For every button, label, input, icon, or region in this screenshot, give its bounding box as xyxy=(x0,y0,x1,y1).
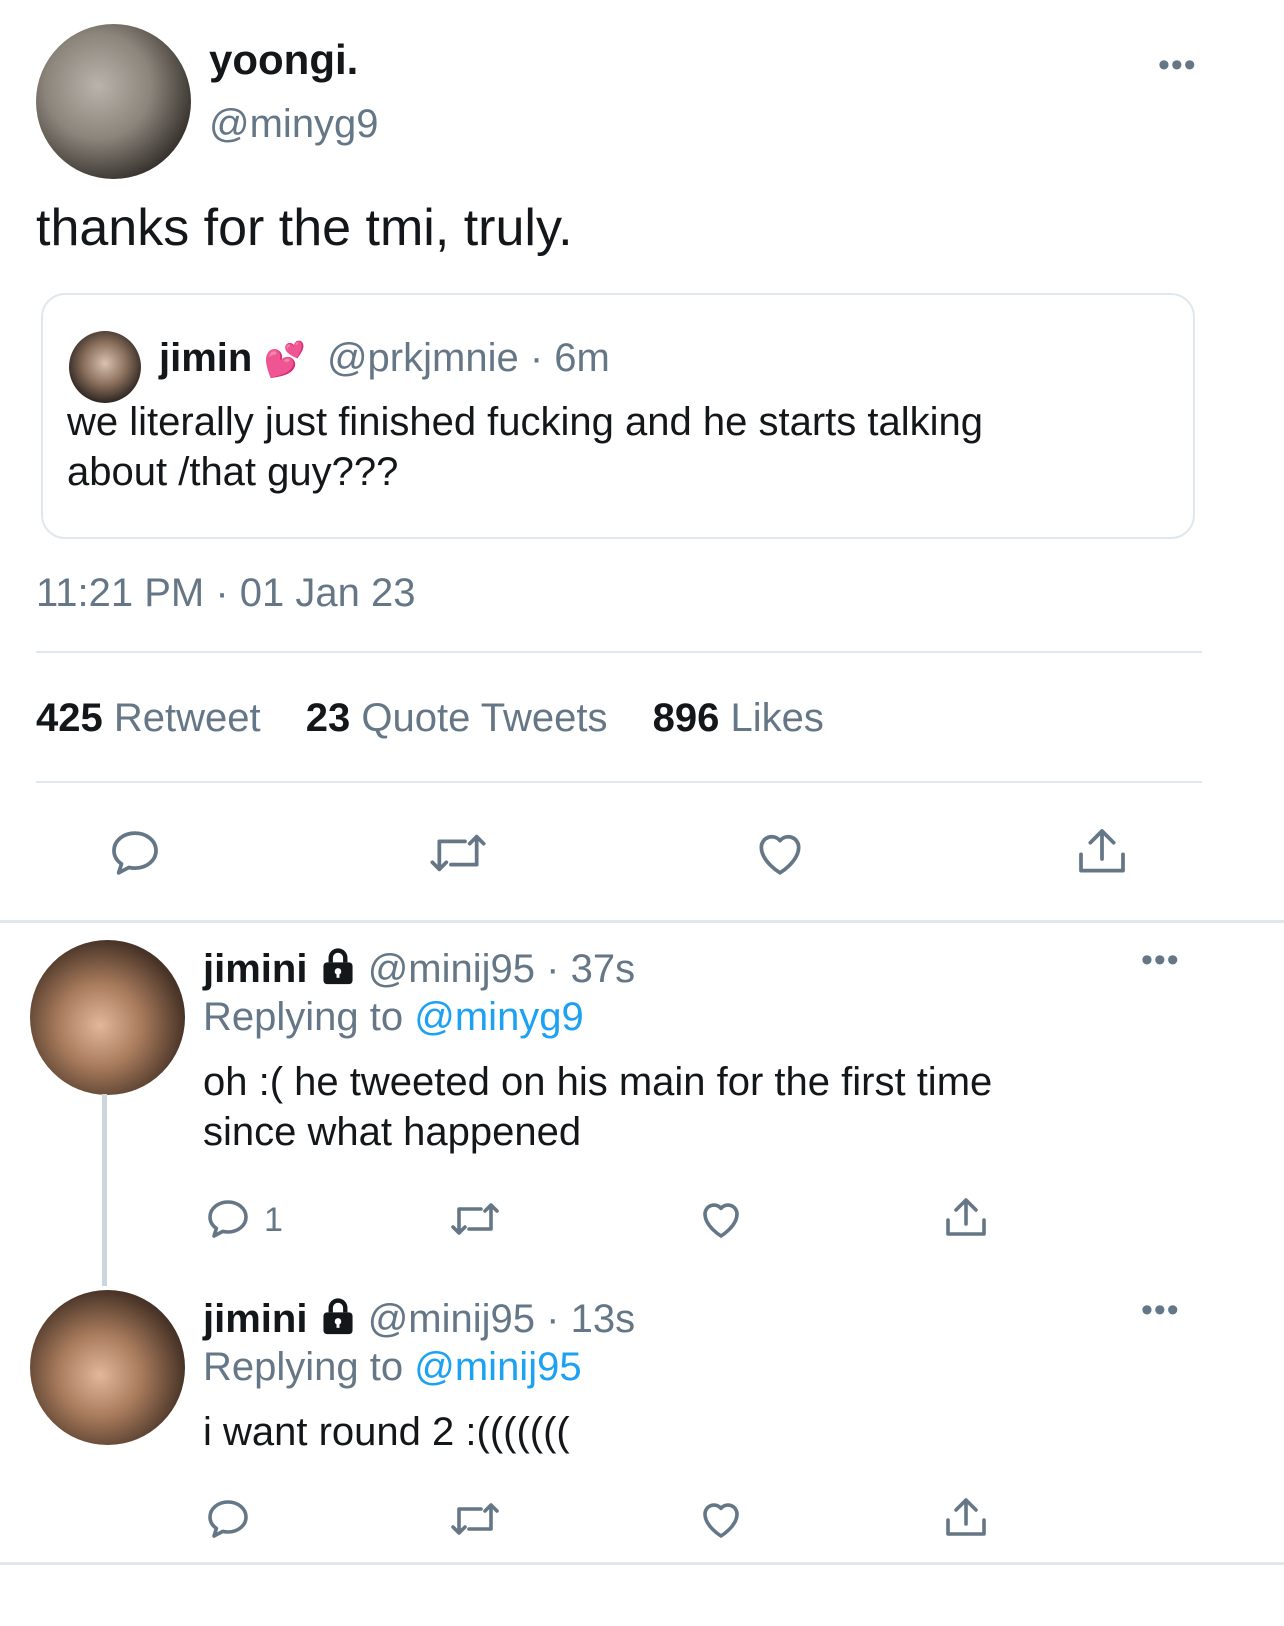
reply-avatar[interactable] xyxy=(30,940,185,1095)
reply-icon[interactable] xyxy=(204,1195,252,1243)
tweet-stats: 425 Retweet 23 Quote Tweets 896 Likes xyxy=(36,696,824,741)
more-dots-icon[interactable]: ••• xyxy=(1158,48,1197,82)
reply-text-line2: since what happened xyxy=(203,1110,582,1154)
author-display-name[interactable]: yoongi. xyxy=(209,36,358,84)
more-dots-icon[interactable]: ••• xyxy=(1141,1293,1180,1327)
replying-to: Replying to @minij95 xyxy=(203,1345,582,1389)
section-divider xyxy=(0,1562,1284,1565)
reply-time: · 13s xyxy=(546,1297,636,1341)
reply-count: 1 xyxy=(264,1201,283,1239)
reply-icon[interactable] xyxy=(107,825,163,881)
reply-header: jimini @minij95 · 13s xyxy=(203,1296,635,1342)
section-divider xyxy=(0,920,1284,923)
retweet-icon[interactable] xyxy=(427,825,489,881)
reply-text-line1: oh :( he tweeted on his main for the fir… xyxy=(203,1060,993,1104)
quoted-time: · 6m xyxy=(529,336,610,380)
replying-to-handle[interactable]: @minyg9 xyxy=(414,995,584,1039)
quoted-handle: @prkjmnie xyxy=(326,336,519,380)
quoted-text-line2: about /that guy??? xyxy=(67,450,399,494)
quoted-header: jimin 💕 @prkjmnie · 6m xyxy=(159,336,610,381)
tweet-text: thanks for the tmi, truly. xyxy=(36,199,573,257)
reply-time: · 37s xyxy=(546,947,636,991)
quote-tweets-stat[interactable]: 23 Quote Tweets xyxy=(306,696,608,740)
divider xyxy=(36,651,1202,653)
tweet-timestamp[interactable]: 11:21 PM · 01 Jan 23 xyxy=(36,571,416,616)
divider xyxy=(36,781,1202,783)
share-icon[interactable] xyxy=(942,1493,990,1543)
author-avatar[interactable] xyxy=(36,24,191,179)
retweet-icon[interactable] xyxy=(448,1195,502,1243)
author-handle[interactable]: @minyg9 xyxy=(209,102,379,147)
retweets-stat[interactable]: 425 Retweet xyxy=(36,696,261,740)
more-dots-icon[interactable]: ••• xyxy=(1141,943,1180,977)
likes-stat[interactable]: 896 Likes xyxy=(653,696,824,740)
share-icon[interactable] xyxy=(942,1193,990,1243)
like-icon[interactable] xyxy=(751,825,809,881)
reply-icon[interactable] xyxy=(204,1495,252,1543)
reply-handle[interactable]: @minij95 xyxy=(368,947,535,991)
quoted-text-line1: we literally just finished fucking and h… xyxy=(67,400,984,444)
reply-handle[interactable]: @minij95 xyxy=(368,1297,535,1341)
reply-text-line1: i want round 2 :((((((( xyxy=(203,1410,570,1454)
reply-avatar[interactable] xyxy=(30,1290,185,1445)
reply-display-name[interactable]: jimini xyxy=(203,1297,307,1341)
heart-emoji-icon: 💕 xyxy=(263,341,306,379)
share-icon[interactable] xyxy=(1074,823,1130,881)
lock-icon xyxy=(319,946,357,986)
quoted-display-name: jimin xyxy=(159,336,253,380)
replying-to: Replying to @minyg9 xyxy=(203,995,584,1039)
like-icon[interactable] xyxy=(696,1195,746,1243)
reply-header: jimini @minij95 · 37s xyxy=(203,946,635,992)
lock-icon xyxy=(319,1296,357,1336)
replying-to-handle[interactable]: @minij95 xyxy=(414,1345,581,1389)
retweet-icon[interactable] xyxy=(448,1495,502,1543)
quoted-avatar xyxy=(69,331,141,403)
thread-line xyxy=(102,1094,107,1286)
reply-display-name[interactable]: jimini xyxy=(203,947,307,991)
like-icon[interactable] xyxy=(696,1495,746,1543)
